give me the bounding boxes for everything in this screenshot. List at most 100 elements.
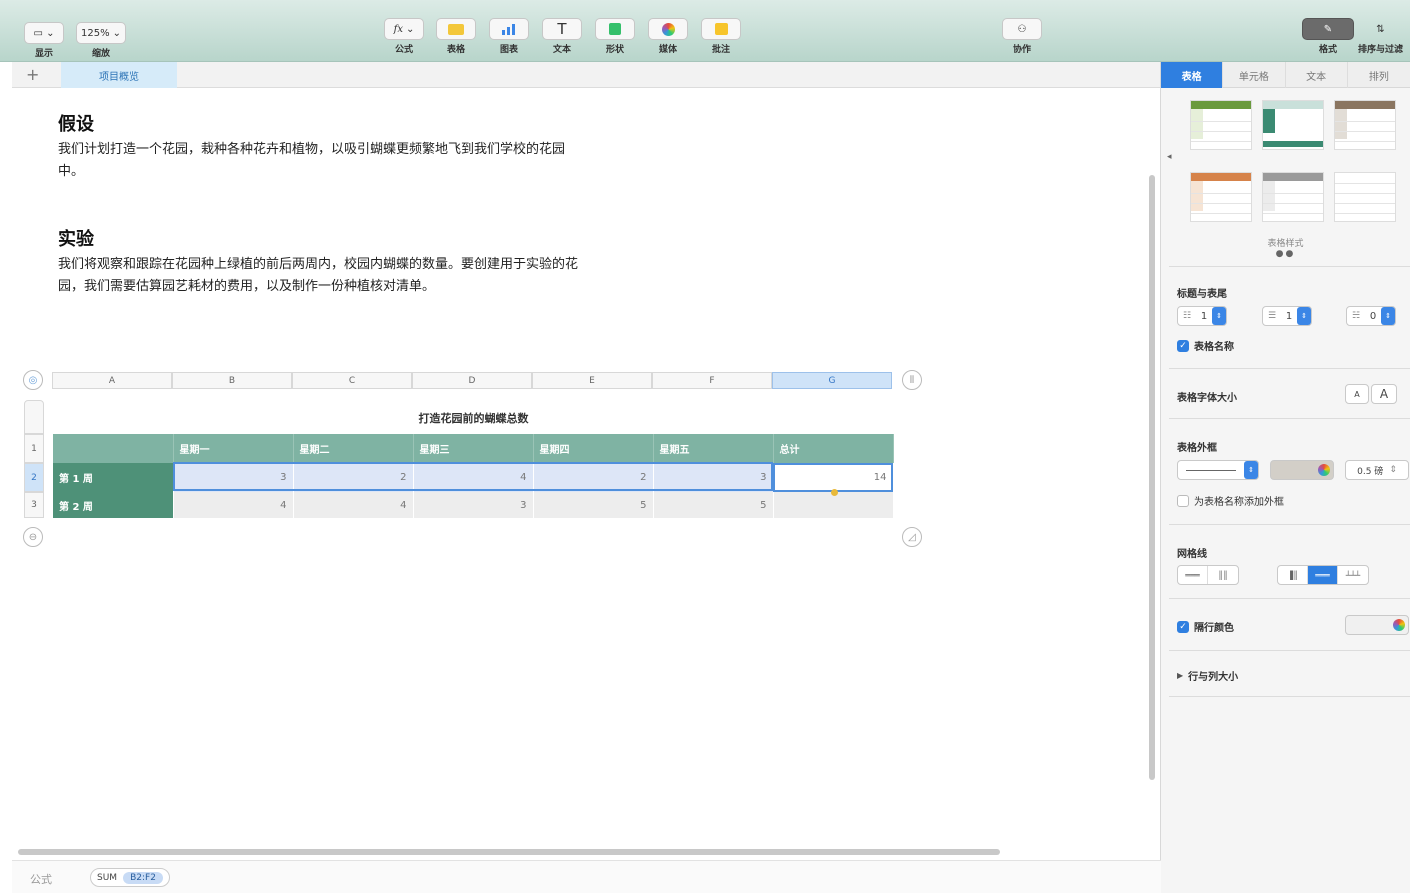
table-style-5[interactable] xyxy=(1262,172,1324,222)
column-header-b[interactable]: B xyxy=(172,372,292,389)
horizontal-scrollbar[interactable] xyxy=(18,849,1000,855)
paintbrush-icon[interactable]: ✎ xyxy=(1302,18,1354,40)
format-tool[interactable]: ✎ 格式 xyxy=(1302,18,1354,55)
row-label-cell[interactable]: 第 1 周 xyxy=(53,463,174,492)
page-dots[interactable]: ●● xyxy=(1161,249,1410,259)
chart-tool[interactable]: 图表 xyxy=(489,18,529,55)
shape-tool[interactable]: 形状 xyxy=(595,18,635,55)
table-cell[interactable]: 5 xyxy=(533,492,654,518)
header-cell[interactable]: 星期五 xyxy=(653,434,774,463)
add-sheet-button[interactable]: + xyxy=(26,65,39,84)
header-rows-stepper[interactable]: ☷ 1 ⇕ xyxy=(1177,306,1227,326)
header-row-lines-icon[interactable]: ═══ xyxy=(1308,566,1338,584)
table-name-checkbox[interactable]: ✓ 表格名称 xyxy=(1177,338,1234,353)
table-cell[interactable]: 3 xyxy=(653,463,774,492)
alternate-row-color-well[interactable] xyxy=(1345,615,1409,635)
section-body-hypothesis[interactable]: 我们计划打造一个花园，栽种各种花卉和植物，以吸引蝴蝶更频繁地飞到我们学校的花园中… xyxy=(58,139,578,183)
zoom-select[interactable]: 125% ⌄ xyxy=(76,22,126,44)
table-cell[interactable]: 2 xyxy=(533,463,654,492)
row-column-size-disclosure[interactable]: ▶ 行与列大小 xyxy=(1177,668,1238,683)
table-cell[interactable]: 5 xyxy=(653,492,774,518)
sort-filter-tool[interactable]: ⇅ 排序与过滤 xyxy=(1358,18,1403,56)
stepper-arrows-icon[interactable]: ⇕ xyxy=(1212,307,1226,325)
formula-range-token[interactable]: B2:F2 xyxy=(123,871,163,884)
row-header-2[interactable]: 2 xyxy=(24,463,44,492)
stepper-arrows-icon[interactable]: ⇕ xyxy=(1244,461,1258,479)
tab-arrange[interactable]: 排列 xyxy=(1348,62,1410,88)
stepper-arrows-icon[interactable]: ⇕ xyxy=(1381,307,1395,325)
horizontal-lines-icon[interactable]: ═══ xyxy=(1178,566,1208,584)
total-cell-selected[interactable]: 14 xyxy=(773,463,894,492)
resize-table-handle[interactable]: ◿ xyxy=(902,527,922,547)
section-body-experiment[interactable]: 我们将观察和跟踪在花园种上绿植的前后两周内，校园内蝴蝶的数量。要创建用于实验的花… xyxy=(58,254,578,298)
text-icon[interactable]: T xyxy=(542,18,582,40)
collaborate-icon[interactable]: ⚇ xyxy=(1002,18,1042,40)
shape-icon[interactable] xyxy=(595,18,635,40)
table-style-1[interactable] xyxy=(1190,100,1252,150)
footer-lines-icon[interactable]: ┴┴┴ xyxy=(1338,566,1368,584)
formula-tool[interactable]: fx ⌄ 公式 xyxy=(384,18,424,55)
view-control[interactable]: ▭ ⌄ 显示 xyxy=(24,22,64,59)
gridlines-body-segment[interactable]: ═══ ║║ xyxy=(1177,565,1239,585)
header-col-lines-icon[interactable]: ▐║ xyxy=(1278,566,1308,584)
alternate-rows-checkbox[interactable]: ✓ 隔行颜色 xyxy=(1177,619,1234,634)
text-tool[interactable]: T 文本 xyxy=(542,18,582,55)
header-columns-stepper[interactable]: ☰ 1 ⇕ xyxy=(1262,306,1312,326)
outline-name-checkbox[interactable]: 为表格名称添加外框 xyxy=(1177,493,1284,508)
sidebar-icon[interactable]: ▭ ⌄ xyxy=(24,22,64,44)
column-header-a[interactable]: A xyxy=(52,372,172,389)
tab-cell[interactable]: 单元格 xyxy=(1223,62,1286,88)
column-header-g[interactable]: G xyxy=(772,372,892,389)
collaborate-tool[interactable]: ⚇ 协作 xyxy=(1002,18,1042,55)
disclosure-triangle-icon[interactable]: ▶ xyxy=(1177,671,1183,680)
checkbox-icon[interactable] xyxy=(1177,494,1189,507)
stepper-arrows-icon[interactable]: ⇕ xyxy=(1389,465,1397,475)
header-cell[interactable]: 星期三 xyxy=(413,434,534,463)
table-style-2[interactable] xyxy=(1262,100,1324,150)
comment-icon[interactable] xyxy=(701,18,741,40)
table-style-4[interactable] xyxy=(1190,172,1252,222)
table-cell[interactable]: 4 xyxy=(293,492,414,518)
row-header-title[interactable] xyxy=(24,400,44,434)
tab-table[interactable]: 表格 xyxy=(1161,62,1224,88)
table-cell[interactable]: 3 xyxy=(173,463,294,492)
chart-icon[interactable] xyxy=(489,18,529,40)
tab-project-overview[interactable]: 项目概览 xyxy=(61,62,177,88)
increase-font-button[interactable]: A xyxy=(1371,384,1397,404)
column-header-e[interactable]: E xyxy=(532,372,652,389)
checkmark-icon[interactable]: ✓ xyxy=(1177,620,1189,633)
column-header-f[interactable]: F xyxy=(652,372,772,389)
gridlines-header-segment[interactable]: ▐║ ═══ ┴┴┴ xyxy=(1277,565,1369,585)
table-style-3[interactable] xyxy=(1334,100,1396,150)
comment-tool[interactable]: 批注 xyxy=(701,18,741,55)
media-icon[interactable] xyxy=(648,18,688,40)
media-tool[interactable]: 媒体 xyxy=(648,18,688,55)
outline-color-well[interactable] xyxy=(1270,460,1334,480)
fx-icon[interactable]: fx ⌄ xyxy=(384,18,424,40)
row-header-3[interactable]: 3 xyxy=(24,492,44,518)
select-table-handle[interactable]: ◎ xyxy=(23,370,43,390)
table-style-6[interactable] xyxy=(1334,172,1396,222)
column-header-d[interactable]: D xyxy=(412,372,532,389)
chevron-left-icon[interactable]: ◂ xyxy=(1167,152,1172,162)
table-cell[interactable]: 4 xyxy=(413,463,534,492)
tab-text[interactable]: 文本 xyxy=(1286,62,1348,88)
vertical-scrollbar[interactable] xyxy=(1149,175,1155,780)
column-header-c[interactable]: C xyxy=(292,372,412,389)
table-title[interactable]: 打造花园前的蝴蝶总数 xyxy=(53,410,894,426)
footer-rows-stepper[interactable]: ☵ 0 ⇕ xyxy=(1346,306,1396,326)
header-cell[interactable]: 总计 xyxy=(773,434,894,463)
color-wheel-icon[interactable] xyxy=(1393,619,1405,631)
row-header-1[interactable]: 1 xyxy=(24,434,44,463)
vertical-lines-icon[interactable]: ║║ xyxy=(1208,566,1238,584)
table-icon[interactable] xyxy=(436,18,476,40)
table-tool[interactable]: 表格 xyxy=(436,18,476,55)
table-cell[interactable]: 3 xyxy=(413,492,534,518)
autofill-handle[interactable] xyxy=(831,489,838,496)
stepper-arrows-icon[interactable]: ⇕ xyxy=(1297,307,1311,325)
formula-expression[interactable]: SUM B2:F2 xyxy=(90,868,170,887)
zoom-control[interactable]: 125% ⌄ 缩放 xyxy=(76,22,126,59)
checkmark-icon[interactable]: ✓ xyxy=(1177,339,1189,352)
table-cell[interactable]: 4 xyxy=(173,492,294,518)
outline-width-field[interactable]: 0.5 磅 ⇕ xyxy=(1345,460,1409,480)
